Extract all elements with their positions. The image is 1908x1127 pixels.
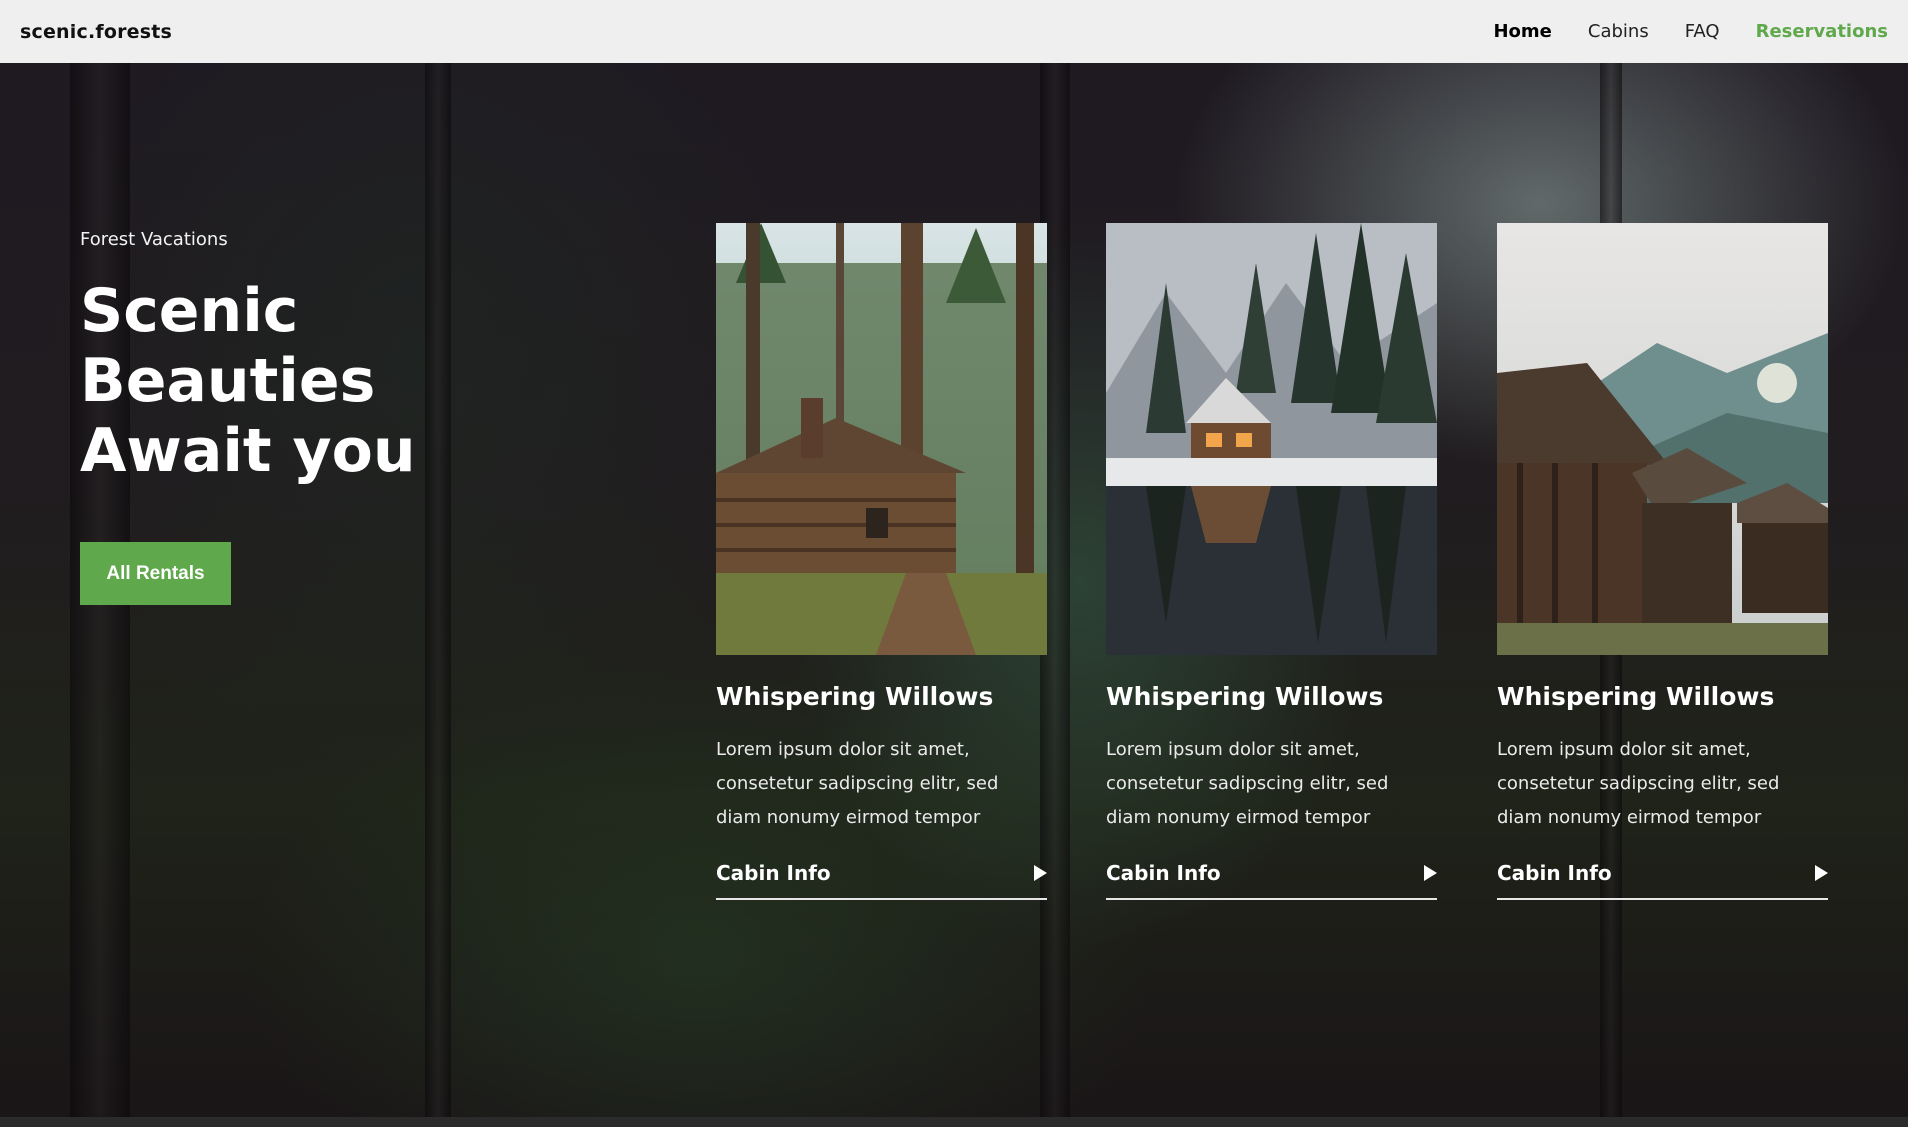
cabin-info-link[interactable]: Cabin Info xyxy=(716,861,1047,900)
background-tree-trunk xyxy=(425,63,451,1117)
cabin-info-label: Cabin Info xyxy=(1106,861,1221,885)
top-navbar: scenic.forests Home Cabins FAQ Reservati… xyxy=(0,0,1908,63)
cabin-info-label: Cabin Info xyxy=(1497,861,1612,885)
hero-eyebrow: Forest Vacations xyxy=(80,229,228,250)
play-arrow-icon xyxy=(1815,865,1828,881)
cabin-photo-winter-lake-cabin[interactable] xyxy=(1106,223,1437,655)
cabin-description: Lorem ipsum dolor sit amet, consetetur s… xyxy=(1497,739,1780,828)
brand-logo[interactable]: scenic.forests xyxy=(20,21,172,43)
cabin-card: Whispering Willows Lorem ipsum dolor sit… xyxy=(716,223,1047,900)
cabin-info-link[interactable]: Cabin Info xyxy=(1106,861,1437,900)
cabin-title: Whispering Willows xyxy=(1497,682,1775,711)
main-nav: Home Cabins FAQ Reservations xyxy=(1493,21,1888,42)
cabin-card: Whispering Willows Lorem ipsum dolor sit… xyxy=(1106,223,1437,900)
cabin-info-link[interactable]: Cabin Info xyxy=(1497,861,1828,900)
cabin-description: Lorem ipsum dolor sit amet, consetetur s… xyxy=(1106,739,1389,828)
all-rentals-button[interactable]: All Rentals xyxy=(80,542,231,605)
cabin-card: Whispering Willows Lorem ipsum dolor sit… xyxy=(1497,223,1828,900)
cabin-title: Whispering Willows xyxy=(1106,682,1384,711)
play-arrow-icon xyxy=(1424,865,1437,881)
cabin-title: Whispering Willows xyxy=(716,682,994,711)
cabin-info-label: Cabin Info xyxy=(716,861,831,885)
cabin-photo-mountain-huts[interactable] xyxy=(1497,223,1828,655)
nav-faq-link[interactable]: FAQ xyxy=(1685,21,1720,42)
cabin-photo-forest-log-cabin[interactable] xyxy=(716,223,1047,655)
hero-section: Forest Vacations Scenic Beauties Await y… xyxy=(0,63,1908,1117)
footer-strip xyxy=(0,1117,1908,1127)
nav-reservations-link[interactable]: Reservations xyxy=(1756,21,1888,42)
hero-headline: Scenic Beauties Await you xyxy=(80,276,416,486)
nav-cabins-link[interactable]: Cabins xyxy=(1588,21,1649,42)
nav-home-link[interactable]: Home xyxy=(1493,21,1551,42)
play-arrow-icon xyxy=(1034,865,1047,881)
cabin-description: Lorem ipsum dolor sit amet, consetetur s… xyxy=(716,739,999,828)
